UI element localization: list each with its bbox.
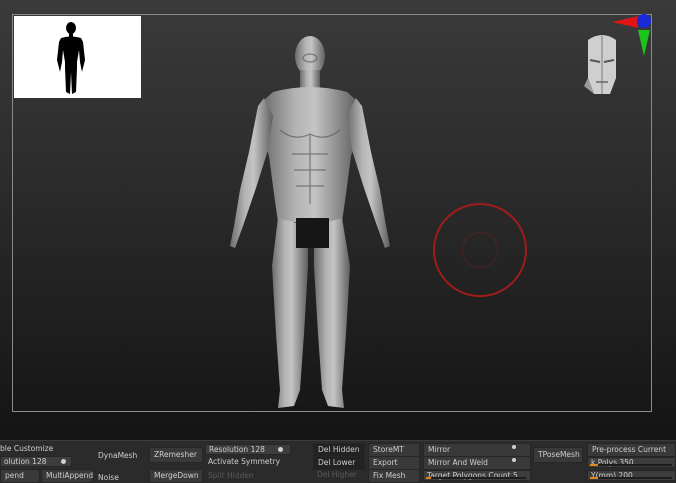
fix-mesh-label: Fix Mesh [373,471,406,480]
k-polys-track [590,464,672,466]
resolution-left-slider[interactable]: olution 128 [0,456,72,467]
y-mm-slider[interactable]: Y(mm) 200 [587,470,676,481]
mirror-label: Mirror [428,445,451,454]
dynamesh-button[interactable]: DynaMesh [98,451,137,461]
resolution-left-label: olution 128 [4,457,47,466]
censor-block [296,218,329,248]
y-mm-fill [590,477,599,479]
preprocess-current-label: Pre-process Current [592,445,667,454]
zremesher-label: ZRemesher [154,450,197,459]
del-hidden-button[interactable]: Del Hidden [313,443,365,457]
target-polygons-track [426,477,526,479]
zremesher-button[interactable]: ZRemesher [149,447,203,463]
merge-down-label: MergeDown [154,471,199,480]
del-higher-label: Del Higher [317,470,357,479]
target-polygons-fill [426,477,431,479]
human-silhouette-icon [57,22,85,94]
k-polys-slider[interactable]: k Polys 350 [587,457,676,468]
resolution-mid-dot [278,447,283,452]
export-label: Export [373,458,398,467]
enable-customize-label: ble Customize [0,444,54,453]
resolution-mid-slider[interactable]: Resolution 128 [205,444,291,455]
dynamesh-label: DynaMesh [98,451,138,460]
resolution-mid-label: Resolution 128 [209,445,265,454]
noise-button[interactable]: Noise [98,473,119,483]
target-polygons-slider[interactable]: Target Polygons Count 5 [423,470,531,481]
tpose-mesh-label: TPoseMesh [538,450,580,459]
enable-customize-button[interactable]: ble Customize [0,444,53,454]
fix-mesh-button[interactable]: Fix Mesh [368,469,420,483]
split-hidden-label: Split Hidden [208,471,254,480]
del-hidden-label: Del Hidden [318,445,360,454]
k-polys-fill [590,464,599,466]
mirror-and-weld-label: Mirror And Weld [428,458,488,467]
store-mt-button[interactable]: StoreMT [368,443,420,457]
xyz-axis-icon[interactable] [610,12,656,58]
noise-label: Noise [98,473,119,482]
del-lower-label: Del Lower [318,458,356,467]
brush-cursor-inner-ring [462,232,498,268]
navigator-thumbnail[interactable] [14,16,141,98]
export-button[interactable]: Export [368,456,420,470]
y-mm-track [590,477,672,479]
append-button[interactable]: pend [0,469,40,483]
mirror-toggle-dot[interactable] [512,445,516,449]
activate-symmetry-label: Activate Symmetry [208,457,281,466]
split-hidden-button[interactable]: Split Hidden [208,471,254,481]
multi-append-button[interactable]: MultiAppend [41,469,93,483]
del-higher-button[interactable]: Del Higher [317,470,357,480]
preprocess-current-button[interactable]: Pre-process Current [587,443,676,457]
mirror-and-weld-toggle-dot[interactable] [512,458,516,462]
multi-append-label: MultiAppend [46,471,94,480]
append-label: pend [5,471,24,480]
store-mt-label: StoreMT [373,445,404,454]
tpose-mesh-button[interactable]: TPoseMesh [533,447,583,463]
del-lower-button[interactable]: Del Lower [313,456,365,470]
bottom-toolbar: ble Customize olution 128 pend MultiAppe… [0,440,676,483]
activate-symmetry-button[interactable]: Activate Symmetry [208,457,280,467]
document-canvas[interactable] [0,0,676,440]
merge-down-button[interactable]: MergeDown [149,469,203,483]
resolution-left-dot [61,459,66,464]
